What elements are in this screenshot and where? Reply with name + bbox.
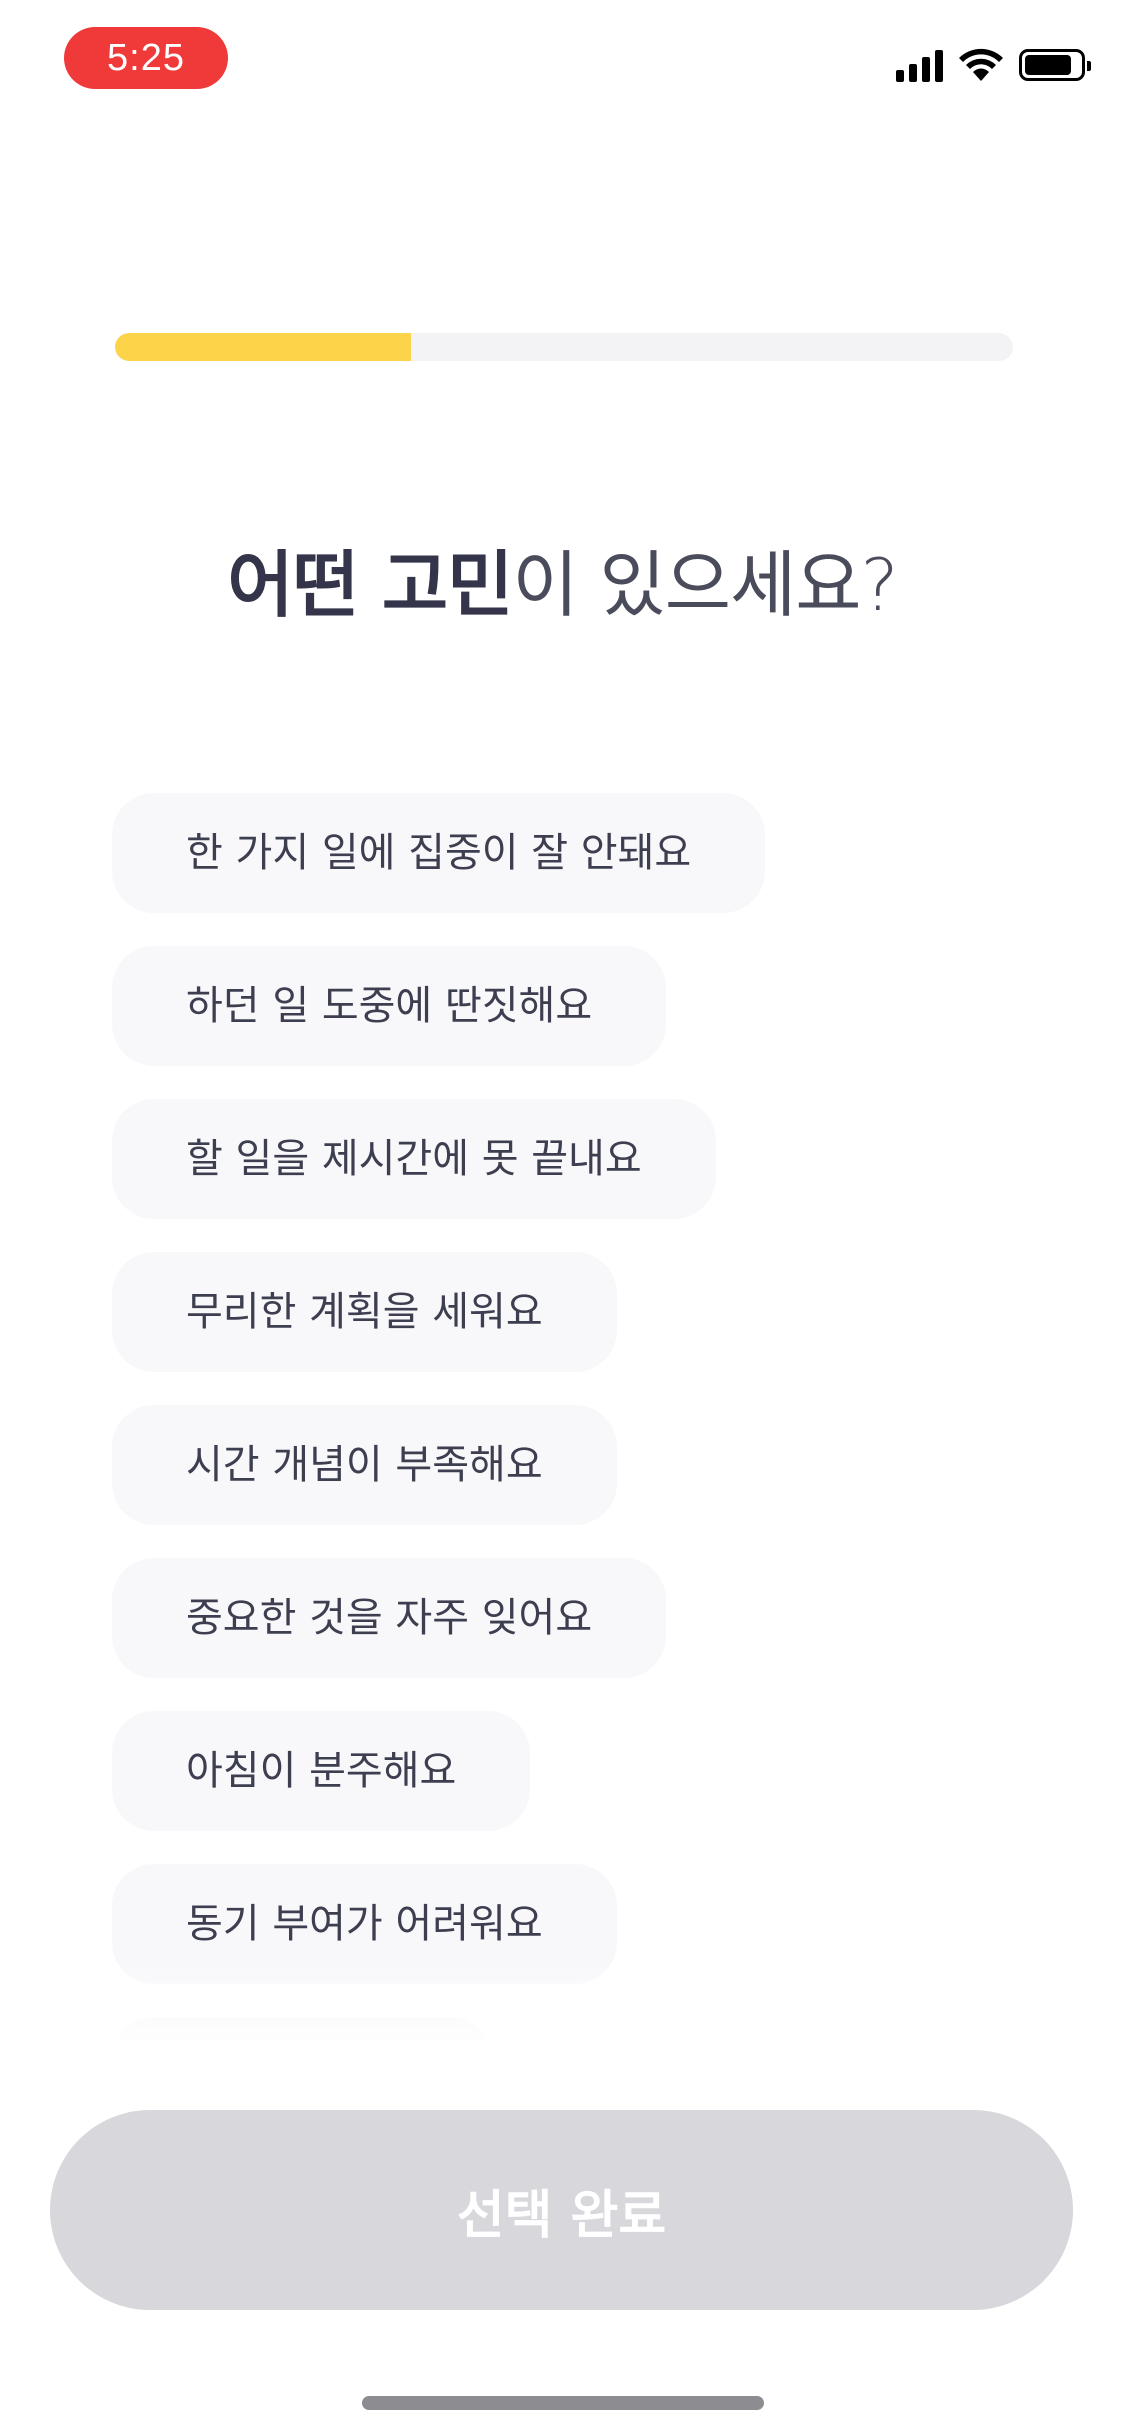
progress-bar xyxy=(115,333,1013,361)
status-time: 5:25 xyxy=(64,27,228,89)
option-chip[interactable]: 중요한 것을 자주 잊어요 xyxy=(112,1558,667,1678)
question-title: 어떤 고민이 있으세요? xyxy=(0,526,1125,631)
option-chip[interactable]: 하던 일 도중에 딴짓해요 xyxy=(112,946,667,1066)
question-title-bold: 어떤 고민 xyxy=(227,543,513,627)
option-chip[interactable]: 할 일을 제시간에 못 끝내요 xyxy=(112,1099,716,1219)
option-chip[interactable]: 아침이 분주해요 xyxy=(112,1711,531,1831)
screen: 5:25 어떤 고민이 있으세요? 한 가지 일에 집중이 잘 안돼요 하던 일… xyxy=(0,0,1125,2436)
wifi-icon xyxy=(959,48,1003,81)
cellular-signal-icon xyxy=(896,48,943,82)
option-chip[interactable]: 무리한 계획을 세워요 xyxy=(112,1252,617,1372)
complete-selection-button[interactable]: 선택 완료 xyxy=(50,2110,1073,2310)
home-indicator xyxy=(362,2396,764,2410)
option-chip[interactable]: 한 가지 일에 집중이 잘 안돼요 xyxy=(112,793,766,913)
battery-icon xyxy=(1019,49,1091,81)
option-list: 한 가지 일에 집중이 잘 안돼요 하던 일 도중에 딴짓해요 할 일을 제시간… xyxy=(112,793,1072,2041)
progress-fill xyxy=(115,333,412,361)
question-title-rest: 이 있으세요? xyxy=(512,543,898,627)
status-icons xyxy=(896,48,1091,82)
list-fade-overlay xyxy=(0,1960,1125,2110)
option-chip[interactable]: 시간 개념이 부족해요 xyxy=(112,1405,617,1525)
